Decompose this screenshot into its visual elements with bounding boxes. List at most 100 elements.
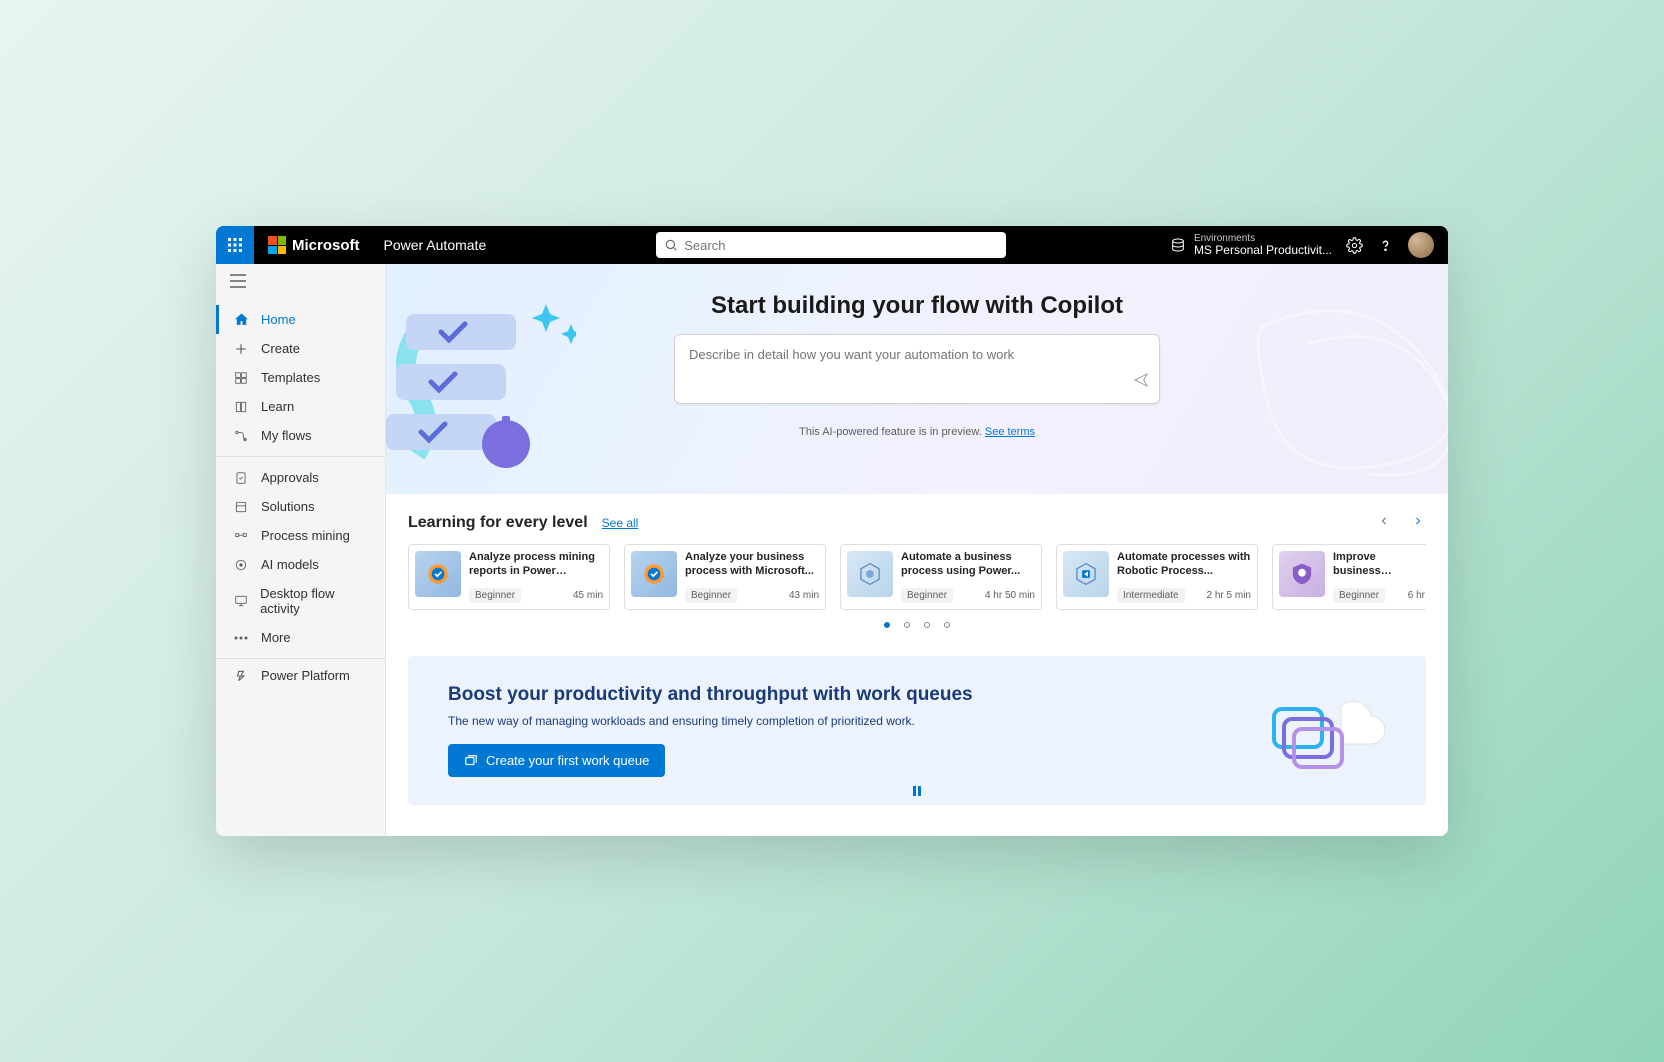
carousel-prev[interactable] <box>1376 512 1392 534</box>
learning-card[interactable]: Automate a business process using Power.… <box>840 544 1042 610</box>
learning-card[interactable]: Analyze your business process with Micro… <box>624 544 826 610</box>
card-thumb <box>1279 551 1325 597</box>
approvals-icon <box>233 471 249 485</box>
learning-card[interactable]: Improve business performance with AI... … <box>1272 544 1426 610</box>
power-platform-icon <box>233 669 249 683</box>
gear-icon <box>1346 237 1363 254</box>
nav-learn[interactable]: Learn <box>216 392 385 421</box>
nav-label: Solutions <box>261 499 314 514</box>
desktop-icon <box>233 594 248 608</box>
carousel-dot[interactable] <box>884 622 890 628</box>
settings-button[interactable] <box>1346 237 1363 254</box>
level-badge: Beginner <box>469 588 521 603</box>
learning-card[interactable]: Automate processes with Robotic Process.… <box>1056 544 1258 610</box>
chevron-left-icon <box>1378 515 1390 527</box>
mining-icon <box>233 529 249 543</box>
nav-label: Process mining <box>261 528 350 543</box>
environment-picker[interactable]: Environments MS Personal Productivit... <box>1170 233 1332 257</box>
microsoft-logo: Microsoft <box>268 236 360 254</box>
nav-label: AI models <box>261 557 319 572</box>
hero-illustration-left <box>386 284 576 484</box>
card-title: Analyze your business process with Micro… <box>685 551 819 579</box>
nav-approvals[interactable]: Approvals <box>216 463 385 492</box>
card-thumb <box>1063 551 1109 597</box>
card-duration: 6 hr <box>1408 590 1425 601</box>
nav-more[interactable]: More <box>216 623 385 652</box>
promo-illustration <box>1256 691 1386 771</box>
card-thumb <box>847 551 893 597</box>
copilot-textarea[interactable] <box>689 347 1119 391</box>
copilot-input-container <box>674 334 1160 404</box>
app-launcher-button[interactable] <box>216 226 254 264</box>
learning-card[interactable]: Analyze process mining reports in Power … <box>408 544 610 610</box>
nav-label: Power Platform <box>261 668 350 683</box>
hero-title: Start building your flow with Copilot <box>711 292 1123 320</box>
level-badge: Intermediate <box>1117 588 1185 603</box>
nav-create[interactable]: Create <box>216 334 385 363</box>
nav-label: My flows <box>261 428 312 443</box>
chevron-right-icon <box>1412 515 1424 527</box>
promo-title: Boost your productivity and throughput w… <box>448 684 973 706</box>
solutions-icon <box>233 500 249 514</box>
hero-illustration-right <box>1228 284 1448 494</box>
search-input[interactable] <box>684 238 998 253</box>
plus-icon <box>233 342 249 356</box>
menu-icon <box>230 274 246 288</box>
carousel-dot[interactable] <box>904 622 910 628</box>
topbar: Microsoft Power Automate Environments MS… <box>216 226 1448 264</box>
sidebar: Home Create Templates Learn My flows <box>216 264 386 836</box>
main-content: Start building your flow with Copilot Th… <box>386 264 1448 836</box>
send-button[interactable] <box>1133 372 1149 393</box>
see-all-link[interactable]: See all <box>602 516 639 530</box>
help-button[interactable] <box>1377 237 1394 254</box>
carousel-dot[interactable] <box>924 622 930 628</box>
card-duration: 4 hr 50 min <box>985 590 1035 601</box>
nav-ai-models[interactable]: AI models <box>216 550 385 579</box>
nav-label: Create <box>261 341 300 356</box>
queue-icon <box>464 754 478 768</box>
see-terms-link[interactable]: See terms <box>985 426 1035 438</box>
carousel-dot[interactable] <box>944 622 950 628</box>
nav-label: Learn <box>261 399 294 414</box>
level-badge: Beginner <box>685 588 737 603</box>
create-work-queue-button[interactable]: Create your first work queue <box>448 744 665 777</box>
environment-name: MS Personal Productivit... <box>1194 244 1332 257</box>
nav-desktop-activity[interactable]: Desktop flow activity <box>216 579 385 623</box>
pause-button[interactable] <box>912 785 922 799</box>
nav-templates[interactable]: Templates <box>216 363 385 392</box>
sidebar-toggle[interactable] <box>216 264 385 301</box>
send-icon <box>1133 372 1149 388</box>
nav-process-mining[interactable]: Process mining <box>216 521 385 550</box>
templates-icon <box>233 371 249 385</box>
promo-banner: Boost your productivity and throughput w… <box>408 656 1426 805</box>
user-avatar[interactable] <box>1408 232 1434 258</box>
nav-label: Desktop flow activity <box>260 586 371 616</box>
card-thumb <box>631 551 677 597</box>
flows-icon <box>233 429 249 443</box>
nav-power-platform[interactable]: Power Platform <box>216 661 385 690</box>
nav-label: Templates <box>261 370 320 385</box>
card-title: Automate processes with Robotic Process.… <box>1117 551 1251 579</box>
nav-label: More <box>261 630 291 645</box>
carousel-next[interactable] <box>1410 512 1426 534</box>
nav-my-flows[interactable]: My flows <box>216 421 385 450</box>
card-thumb <box>415 551 461 597</box>
level-badge: Beginner <box>901 588 953 603</box>
nav-label: Approvals <box>261 470 319 485</box>
card-duration: 45 min <box>573 590 603 601</box>
learning-title: Learning for every level <box>408 514 588 532</box>
nav-home[interactable]: Home <box>216 305 385 334</box>
more-icon <box>233 636 249 640</box>
learning-section: Learning for every level See all A <box>386 494 1448 628</box>
card-duration: 2 hr 5 min <box>1207 590 1251 601</box>
promo-subtitle: The new way of managing workloads and en… <box>448 714 973 728</box>
card-title: Improve business performance with AI... <box>1333 551 1425 579</box>
search-box[interactable] <box>656 232 1006 258</box>
ai-icon <box>233 558 249 572</box>
help-icon <box>1377 237 1394 254</box>
nav-label: Home <box>261 312 296 327</box>
search-icon <box>664 238 678 252</box>
pause-icon <box>912 786 922 796</box>
environment-icon <box>1170 237 1186 253</box>
nav-solutions[interactable]: Solutions <box>216 492 385 521</box>
